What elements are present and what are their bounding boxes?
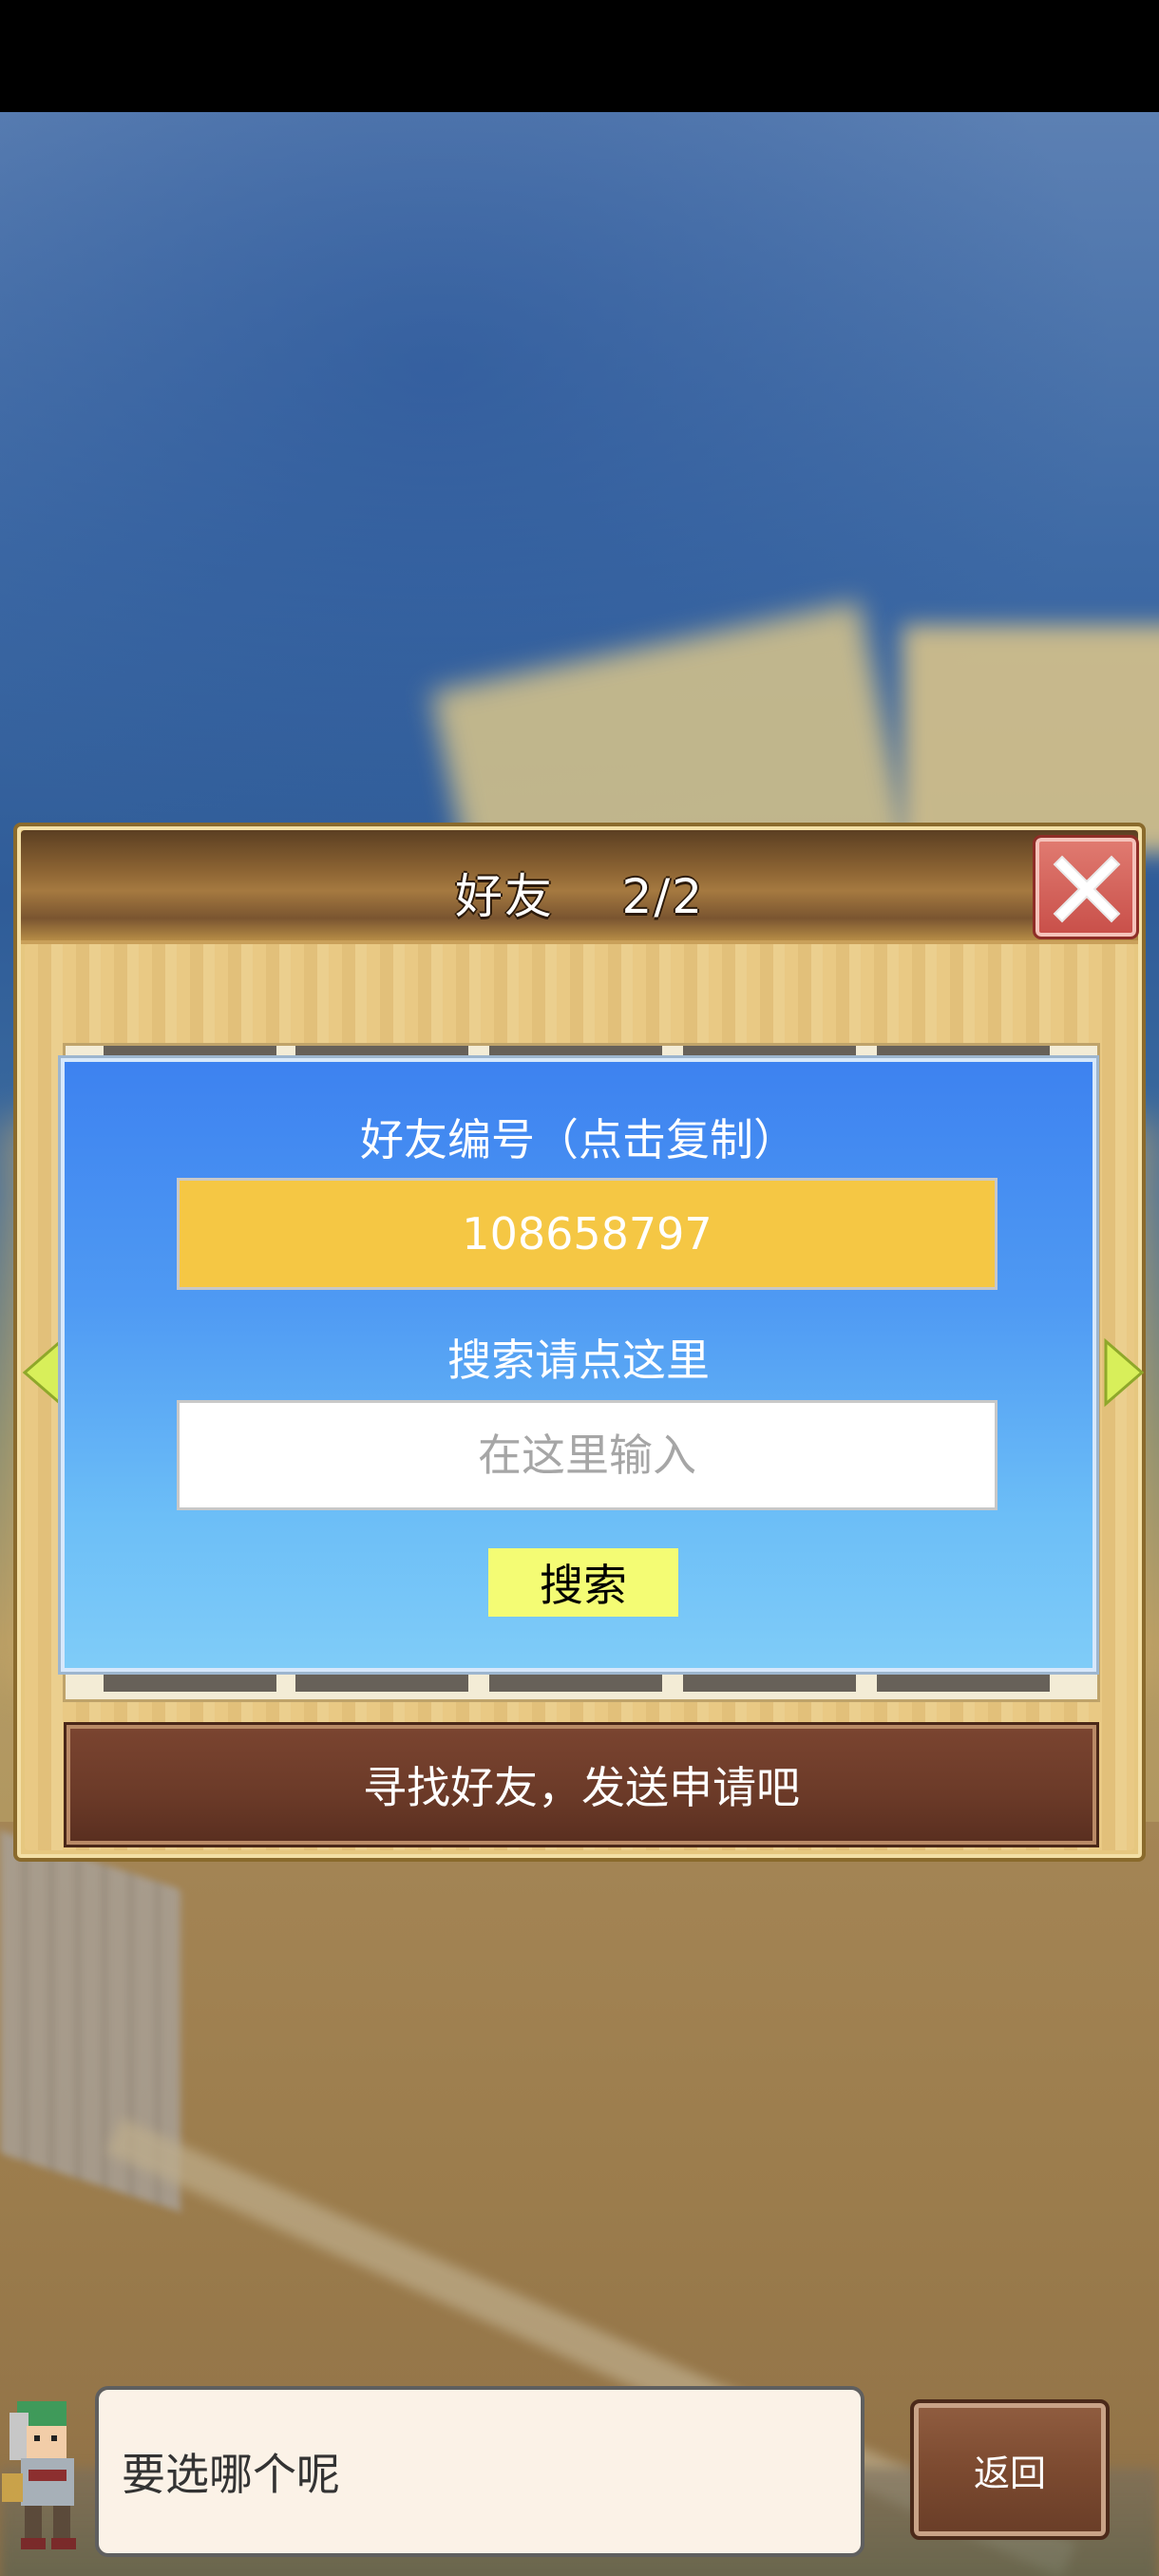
list-slot-bottom — [683, 1671, 856, 1692]
search-hint-label: 搜索请点这里 — [447, 1335, 710, 1386]
speech-text: 要选哪个呢 — [122, 2449, 340, 2500]
right-arrow-icon[interactable] — [1102, 1337, 1146, 1408]
list-slot-bottom — [877, 1671, 1050, 1692]
list-slot-bottom — [489, 1671, 662, 1692]
list-slot-bottom — [295, 1671, 468, 1692]
left-arrow-icon[interactable] — [21, 1337, 65, 1408]
list-slot-top — [104, 1046, 276, 1055]
character-avatar — [2, 2401, 76, 2549]
sand-island — [902, 625, 1159, 853]
search-input[interactable] — [177, 1400, 998, 1510]
friend-search-dialog: 好友编号（点击复制） 108658797 搜索请点这里 搜索 — [58, 1055, 1099, 1675]
list-slot-top — [683, 1046, 856, 1055]
search-button[interactable]: 搜索 — [488, 1548, 678, 1617]
title-bar: 好友 2/2 — [21, 830, 1138, 944]
find-friends-banner: 寻找好友，发送申请吧 — [64, 1722, 1099, 1847]
speech-bubble: 要选哪个呢 — [95, 2386, 864, 2557]
close-x-icon — [1053, 855, 1121, 923]
friend-id-label: 好友编号（点击复制） — [360, 1114, 797, 1165]
panel-title: 好友 2/2 — [454, 869, 705, 924]
list-slot-bottom — [104, 1671, 276, 1692]
friend-id-copy-field[interactable]: 108658797 — [177, 1178, 998, 1290]
list-slot-top — [295, 1046, 468, 1055]
close-button[interactable] — [1033, 835, 1139, 939]
back-button[interactable]: 返回 — [910, 2399, 1110, 2540]
list-slot-top — [489, 1046, 662, 1055]
status-bar — [0, 0, 1159, 112]
list-slot-top — [877, 1046, 1050, 1055]
